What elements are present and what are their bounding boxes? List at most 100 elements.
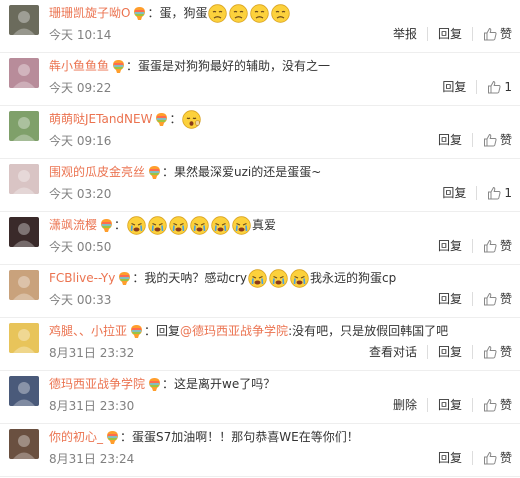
like-button[interactable]: 赞 bbox=[471, 345, 514, 359]
thumbs-up-icon bbox=[483, 27, 497, 41]
comment-actions: 回复 1 bbox=[432, 186, 514, 200]
reply-button[interactable]: 回复 bbox=[432, 80, 476, 94]
vip-badge-icon bbox=[147, 165, 162, 180]
vip-badge-icon bbox=[111, 59, 126, 74]
comment-text: 果然最深爱uzi的还是蛋蛋~ bbox=[174, 165, 322, 179]
vip-badge-icon bbox=[147, 377, 162, 392]
comment-item: 珊珊凯旋子呦O ：蛋，狗蛋今天 10:14 举报 回复 赞 bbox=[0, 0, 520, 53]
like-button[interactable]: 赞 bbox=[471, 27, 514, 41]
comment-meta: 今天 09:16 回复 赞 bbox=[49, 131, 514, 149]
sad-face-emoji-icon bbox=[208, 3, 228, 23]
like-button[interactable]: 1 bbox=[476, 186, 514, 200]
reply-button[interactable]: 回复 bbox=[428, 451, 472, 465]
avatar[interactable] bbox=[9, 58, 39, 88]
avatar[interactable] bbox=[9, 217, 39, 247]
username-link[interactable]: 潇飒流樱 bbox=[49, 216, 97, 234]
username-link[interactable]: 鸡腿、、小拉亚 bbox=[49, 322, 127, 340]
comment-meta: 今天 09:22 回复 1 bbox=[49, 78, 514, 96]
comment-text: 蛋蛋S7加油啊！！那句恭喜WE在等你们！ bbox=[132, 430, 359, 444]
like-button[interactable]: 1 bbox=[476, 80, 514, 94]
comment-item: 德玛西亚战争学院 ：这是离开we了吗？ 8月31日 23:30 删除 回复 赞 bbox=[0, 371, 520, 424]
report-button[interactable]: 举报 bbox=[383, 27, 427, 41]
yawn-face-emoji-icon bbox=[182, 109, 202, 129]
comment-item: 你的初心_ ：蛋蛋S7加油啊！！那句恭喜WE在等你们！ 8月31日 23:24 回复 赞 bbox=[0, 424, 520, 477]
thumbs-up-icon bbox=[483, 239, 497, 253]
username-link[interactable]: FCBlive--Yy bbox=[49, 269, 115, 287]
sad-face-emoji-icon bbox=[250, 3, 270, 23]
comment-meta: 8月31日 23:30 删除 回复 赞 bbox=[49, 396, 514, 414]
reply-button[interactable]: 回复 bbox=[428, 133, 472, 147]
username-link[interactable]: 你的初心_ bbox=[49, 428, 103, 446]
comment-meta: 8月31日 23:32 查看对话 回复 赞 bbox=[49, 343, 514, 361]
thumbs-up-icon bbox=[483, 292, 497, 306]
delete-button[interactable]: 删除 bbox=[383, 398, 427, 412]
cry-face-emoji-icon bbox=[127, 215, 146, 235]
username-link[interactable]: 围观的瓜皮金亮丝 bbox=[49, 163, 145, 181]
like-button[interactable]: 赞 bbox=[471, 451, 514, 465]
comment-line: 犇小鱼鱼鱼 ：蛋蛋是对狗狗最好的辅助，没有之一 bbox=[49, 56, 512, 76]
separator: ： bbox=[169, 112, 182, 126]
sad-face-emoji-icon bbox=[271, 3, 291, 23]
like-button[interactable]: 赞 bbox=[471, 398, 514, 412]
vip-badge-icon bbox=[129, 324, 144, 339]
timestamp: 今天 10:14 bbox=[49, 27, 112, 42]
cry-face-emoji-icon bbox=[290, 268, 309, 288]
view-conversation-button[interactable]: 查看对话 bbox=[359, 345, 427, 359]
like-button[interactable]: 赞 bbox=[471, 292, 514, 306]
comment-meta: 今天 03:20 回复 1 bbox=[49, 184, 514, 202]
separator: ： bbox=[162, 165, 175, 179]
avatar[interactable] bbox=[9, 323, 39, 353]
vip-badge-icon bbox=[99, 218, 114, 233]
avatar[interactable] bbox=[9, 429, 39, 459]
comment-actions: 回复 赞 bbox=[428, 133, 514, 147]
comment-text: :没有吧，只是放假回韩国了吧 bbox=[288, 324, 449, 338]
comment-item: 潇飒流樱 ： 真爱 今天 00:50 回复 赞 bbox=[0, 212, 520, 265]
separator: ： bbox=[126, 59, 139, 73]
thumbs-up-icon bbox=[487, 186, 501, 200]
like-count: 赞 bbox=[499, 451, 512, 465]
comment-item: 犇小鱼鱼鱼 ：蛋蛋是对狗狗最好的辅助，没有之一 今天 09:22 回复 1 bbox=[0, 53, 520, 106]
timestamp: 8月31日 23:24 bbox=[49, 451, 135, 466]
reply-button[interactable]: 回复 bbox=[432, 186, 476, 200]
avatar[interactable] bbox=[9, 111, 39, 141]
vip-badge-icon bbox=[154, 112, 169, 127]
reply-button[interactable]: 回复 bbox=[426, 345, 472, 359]
cry-face-emoji-icon bbox=[190, 215, 209, 235]
like-count: 1 bbox=[504, 80, 512, 94]
username-link[interactable]: 珊珊凯旋子呦O bbox=[49, 4, 130, 22]
reply-button[interactable]: 回复 bbox=[428, 292, 472, 306]
comment-line: 德玛西亚战争学院 ：这是离开we了吗？ bbox=[49, 374, 512, 394]
thumbs-up-icon bbox=[483, 133, 497, 147]
comment-actions: 回复 赞 bbox=[428, 239, 514, 253]
comment-line: 珊珊凯旋子呦O ：蛋，狗蛋 bbox=[49, 3, 512, 23]
avatar[interactable] bbox=[9, 376, 39, 406]
comment-item: FCBlive--Yy ：我的天呐？感动cry 我永远的狗蛋cp 今天 00:33 回复… bbox=[0, 265, 520, 318]
avatar[interactable] bbox=[9, 270, 39, 300]
comment-line: 你的初心_ ：蛋蛋S7加油啊！！那句恭喜WE在等你们！ bbox=[49, 427, 512, 447]
reply-button[interactable]: 回复 bbox=[426, 398, 472, 412]
username-link[interactable]: 萌萌哒JETandNEW bbox=[49, 110, 152, 128]
username-link[interactable]: 德玛西亚战争学院 bbox=[49, 375, 145, 393]
timestamp: 8月31日 23:30 bbox=[49, 398, 135, 413]
avatar[interactable] bbox=[9, 5, 39, 35]
comment-text: 我永远的狗蛋cp bbox=[310, 271, 397, 285]
separator: ： bbox=[132, 271, 145, 285]
cry-face-emoji-icon bbox=[248, 268, 267, 288]
like-button[interactable]: 赞 bbox=[471, 133, 514, 147]
like-count: 赞 bbox=[499, 27, 512, 41]
reply-button[interactable]: 回复 bbox=[426, 27, 472, 41]
username-link[interactable]: 犇小鱼鱼鱼 bbox=[49, 57, 109, 75]
separator: ： bbox=[120, 430, 133, 444]
like-count: 赞 bbox=[499, 133, 512, 147]
avatar[interactable] bbox=[9, 164, 39, 194]
thumbs-up-icon bbox=[487, 80, 501, 94]
like-button[interactable]: 赞 bbox=[471, 239, 514, 253]
cry-face-emoji-icon bbox=[232, 215, 251, 235]
mention-link[interactable]: @德玛西亚战争学院 bbox=[180, 322, 288, 340]
comment-item: 萌萌哒JETandNEW ： 今天 09:16 回复 赞 bbox=[0, 106, 520, 159]
separator: ： bbox=[144, 324, 157, 338]
timestamp: 今天 03:20 bbox=[49, 186, 112, 201]
timestamp: 今天 00:33 bbox=[49, 292, 112, 307]
separator: ： bbox=[162, 377, 175, 391]
reply-button[interactable]: 回复 bbox=[428, 239, 472, 253]
